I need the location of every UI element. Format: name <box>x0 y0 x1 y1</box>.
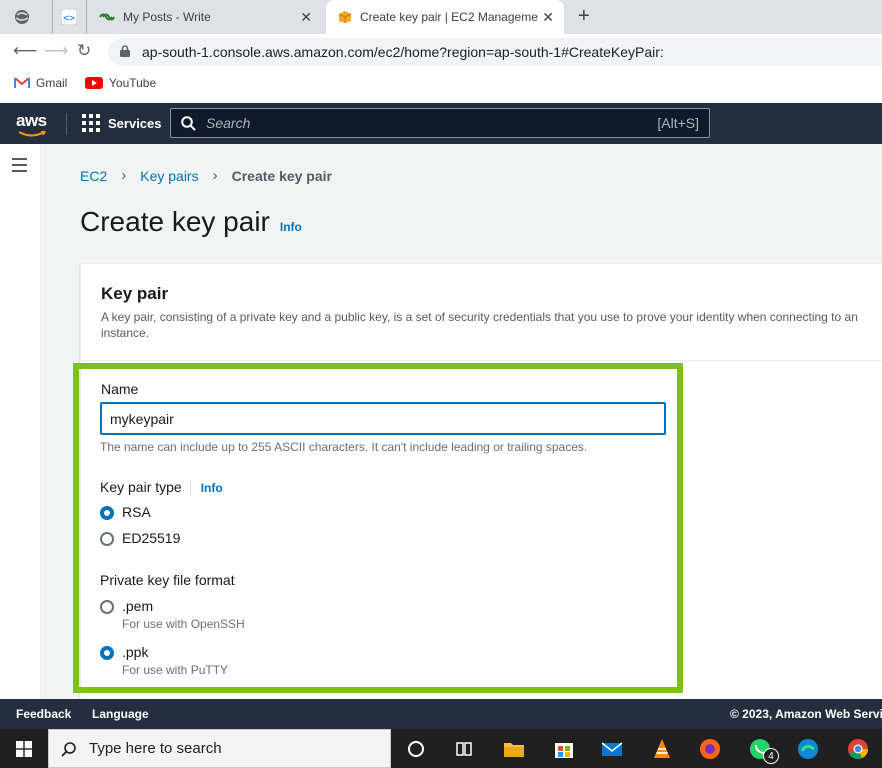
file-explorer-icon[interactable] <box>502 737 526 761</box>
radio-label: ED25519 <box>122 530 181 546</box>
radio-label: RSA <box>122 504 151 520</box>
name-label: Name <box>101 381 139 397</box>
name-constraint-text: The name can include up to 255 ASCII cha… <box>100 440 588 454</box>
notification-badge: 4 <box>763 748 779 764</box>
taskbar-search-input[interactable]: Type here to search <box>48 729 391 768</box>
panel-description: A key pair, consisting of a private key … <box>101 310 858 340</box>
page-title: Create key pair <box>80 206 270 237</box>
edge-icon[interactable] <box>796 737 820 761</box>
radio-content: .pem For use with OpenSSH <box>122 598 245 631</box>
services-label: Services <box>108 115 162 131</box>
feedback-link[interactable]: Feedback <box>16 707 71 721</box>
breadcrumb-current: Create key pair <box>231 167 332 184</box>
posts-logo-icon <box>99 13 115 21</box>
panel-header: Key pair A key pair, consisting of a pri… <box>81 264 882 361</box>
search-icon <box>61 741 76 757</box>
tab-code[interactable]: <> <box>52 0 82 34</box>
key-pair-type-label: Key pair type Info <box>100 479 223 495</box>
language-link[interactable]: Language <box>92 707 149 721</box>
radio-checked-icon[interactable] <box>100 646 114 660</box>
tab-create-key-pair[interactable]: Create key pair | EC2 Managemen ✕ <box>326 0 564 34</box>
lock-icon <box>120 45 130 57</box>
radio-content: .ppk For use with PuTTY <box>122 644 228 677</box>
radio-ed25519[interactable]: ED25519 <box>100 530 180 546</box>
radio-checked-icon[interactable] <box>100 506 114 520</box>
aws-top-nav: aws Services Search [Alt+S] <box>0 103 882 144</box>
tab-label: Create key pair | EC2 Managemen <box>360 10 538 24</box>
reload-icon[interactable]: ↻ <box>77 42 91 60</box>
breadcrumb-key-pairs[interactable]: Key pairs <box>140 168 198 184</box>
grid-icon <box>82 114 100 132</box>
close-icon[interactable]: ✕ <box>300 9 312 26</box>
vlc-icon[interactable] <box>650 737 674 761</box>
close-icon[interactable]: ✕ <box>542 9 554 26</box>
globe-icon <box>15 10 29 24</box>
radio-pem[interactable]: .pem For use with OpenSSH <box>100 598 245 631</box>
address-bar[interactable]: ap-south-1.console.aws.amazon.com/ec2/ho… <box>108 38 882 66</box>
windows-start-icon[interactable] <box>16 741 32 757</box>
key-pair-type-text: Key pair type <box>100 479 182 495</box>
search-shortcut: [Alt+S] <box>657 115 699 131</box>
cortana-icon[interactable] <box>404 737 428 761</box>
copyright-text: © 2023, Amazon Web Servic <box>730 707 882 721</box>
panel-title: Key pair <box>101 284 169 303</box>
aws-smile-icon <box>18 131 46 137</box>
radio-description: For use with OpenSSH <box>122 617 245 631</box>
radio-ppk[interactable]: .ppk For use with PuTTY <box>100 644 228 677</box>
search-placeholder: Search <box>206 115 251 131</box>
aws-logo[interactable]: aws <box>16 111 47 131</box>
back-icon[interactable]: ⟵ <box>13 42 37 60</box>
side-nav-collapsed <box>0 144 41 699</box>
private-key-format-label: Private key file format <box>100 572 235 588</box>
gmail-icon <box>14 77 30 89</box>
tab-label: My Posts - Write <box>123 10 211 24</box>
bookmarks-bar: Gmail YouTube <box>0 70 882 98</box>
bookmark-youtube[interactable]: YouTube <box>85 76 156 90</box>
type-info-link[interactable]: Info <box>189 481 223 495</box>
store-icon[interactable] <box>552 737 576 761</box>
radio-label: .pem <box>122 598 154 614</box>
services-menu-button[interactable]: Services <box>82 114 162 132</box>
breadcrumb-ec2[interactable]: EC2 <box>80 168 107 184</box>
radio-unchecked-icon[interactable] <box>100 600 114 614</box>
mail-icon[interactable] <box>600 737 624 761</box>
code-icon: <> <box>61 9 77 25</box>
menu-icon[interactable] <box>12 158 27 176</box>
youtube-icon <box>85 77 103 89</box>
key-pair-name-input[interactable] <box>100 402 666 435</box>
forward-icon[interactable]: ⟶ <box>44 42 68 60</box>
divider <box>66 113 67 135</box>
chevron-right-icon: › <box>121 167 127 184</box>
tab-my-posts[interactable]: My Posts - Write ✕ <box>86 0 322 34</box>
browser-toolbar: ⟵ ⟶ ↻ ap-south-1.console.aws.amazon.com/… <box>0 34 882 70</box>
aws-footer: Feedback Language © 2023, Amazon Web Ser… <box>0 699 882 729</box>
url-text: ap-south-1.console.aws.amazon.com/ec2/ho… <box>142 44 664 60</box>
tab-globe[interactable] <box>14 0 44 34</box>
screen: <> My Posts - Write ✕ Create key pair | … <box>0 0 882 768</box>
aws-search-input[interactable]: Search [Alt+S] <box>170 108 710 138</box>
windows-taskbar: Type here to search <box>0 729 882 768</box>
chrome-icon[interactable] <box>846 737 870 761</box>
task-view-icon[interactable] <box>452 737 476 761</box>
chevron-right-icon: › <box>212 167 218 184</box>
radio-rsa[interactable]: RSA <box>100 504 151 520</box>
aws-box-icon <box>338 11 352 23</box>
svg-text:<>: <> <box>63 13 75 24</box>
radio-label: .ppk <box>122 644 149 660</box>
info-link[interactable]: Info <box>280 220 302 234</box>
firefox-icon[interactable] <box>698 737 722 761</box>
radio-unchecked-icon[interactable] <box>100 532 114 546</box>
radio-description: For use with PuTTY <box>122 663 229 677</box>
bookmark-label: Gmail <box>36 76 68 90</box>
taskbar-search-placeholder: Type here to search <box>89 740 222 757</box>
new-tab-icon[interactable]: + <box>578 6 590 26</box>
breadcrumb: EC2 › Key pairs › Create key pair <box>80 167 332 184</box>
page-title-row: Create key pair Info <box>80 206 302 238</box>
bookmark-gmail[interactable]: Gmail <box>14 76 67 90</box>
browser-tab-strip: <> My Posts - Write ✕ Create key pair | … <box>0 0 882 34</box>
bookmark-label: YouTube <box>109 76 157 90</box>
search-icon <box>181 115 196 131</box>
